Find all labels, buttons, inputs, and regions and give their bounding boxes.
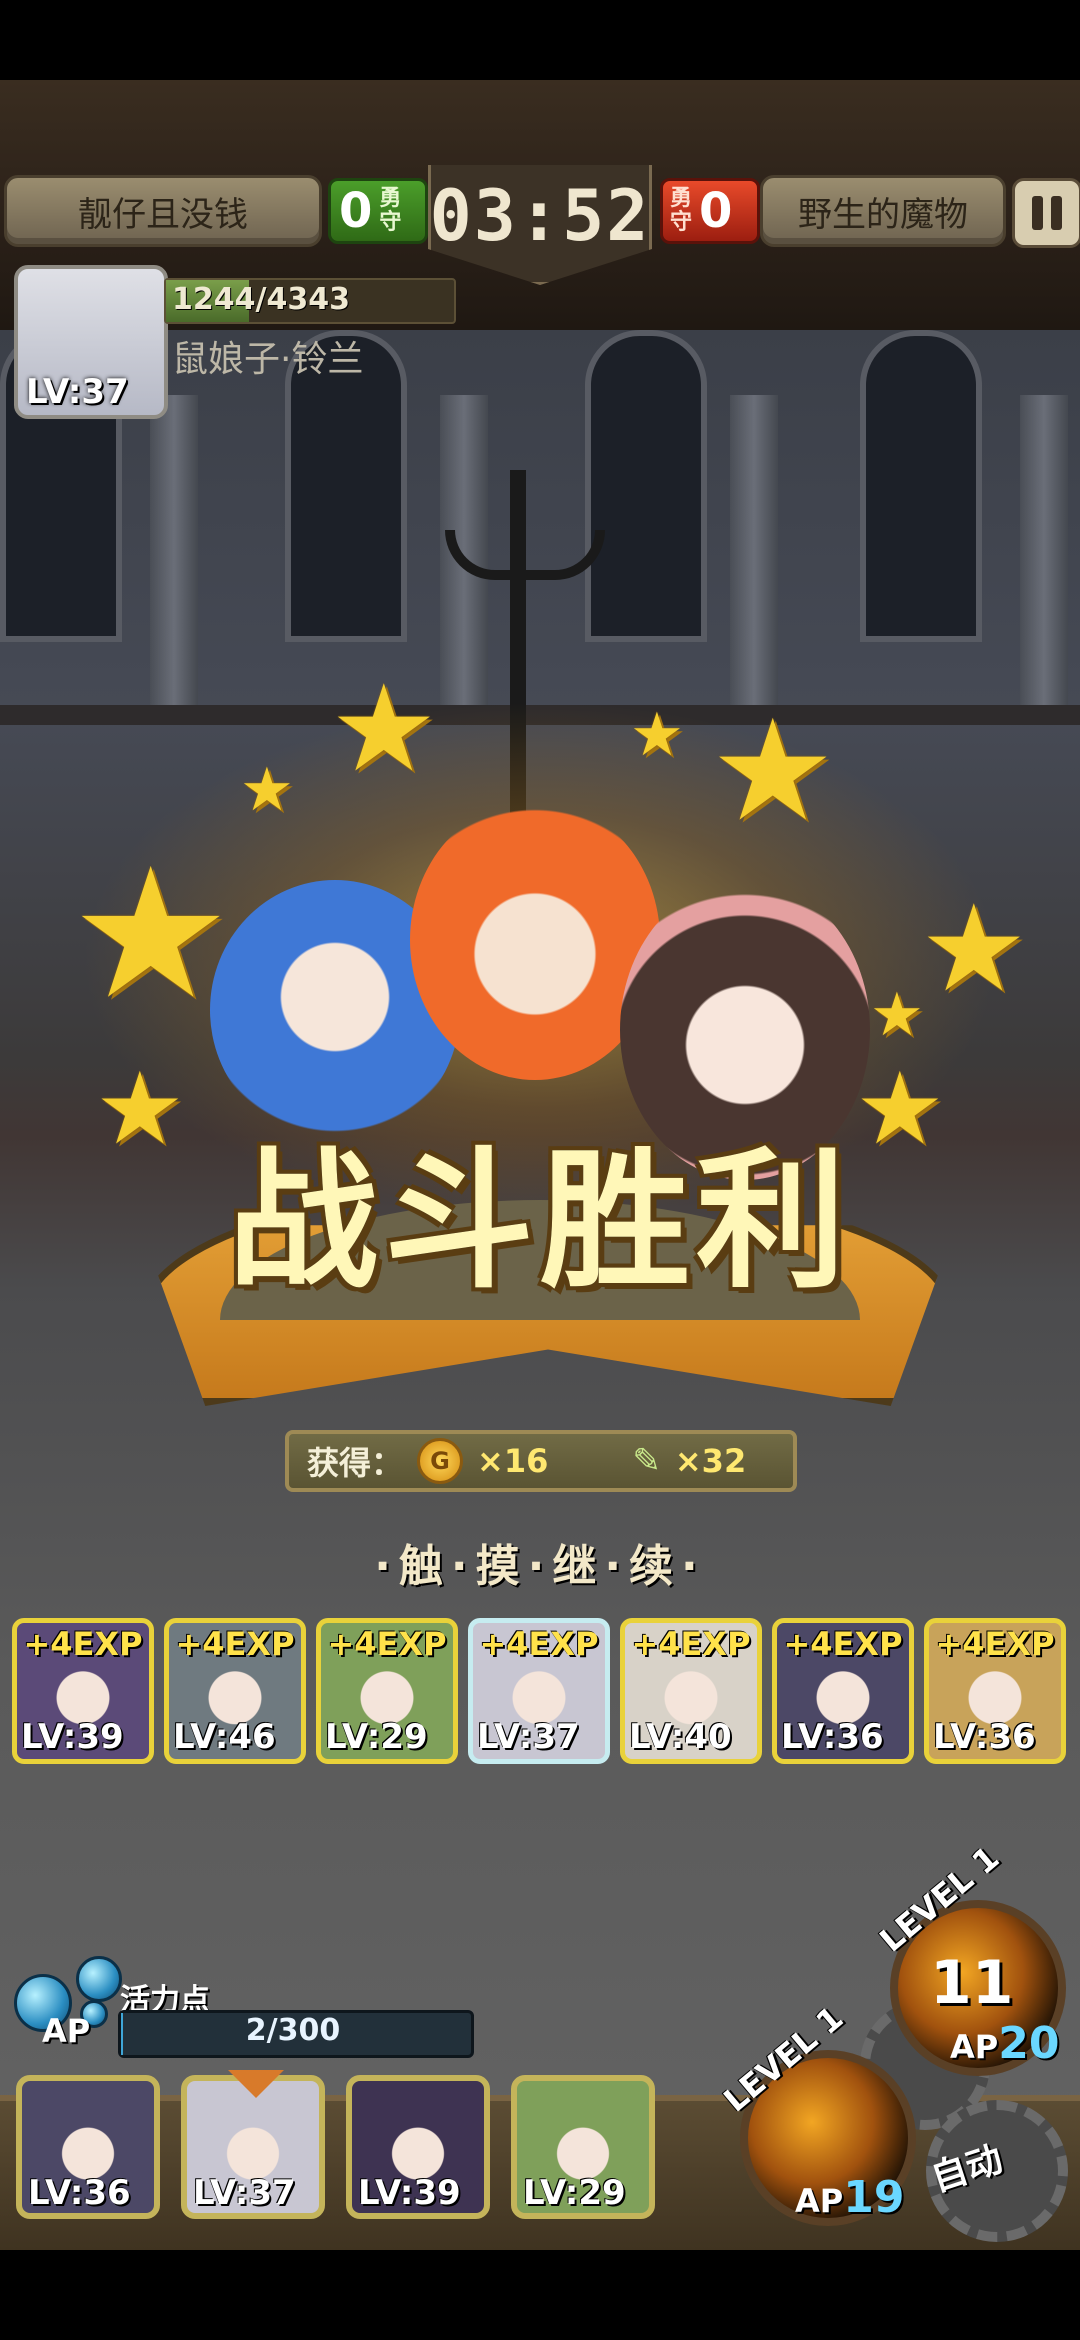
pause-icon: [1032, 196, 1043, 230]
left-player-name: 靓仔且没钱: [4, 175, 322, 247]
exp-card-level: LV:40: [629, 1717, 732, 1757]
feather-icon: ✎: [632, 1441, 661, 1481]
skill1-ap-value: 20: [998, 2018, 1060, 2069]
right-score: 勇守 0: [660, 178, 760, 244]
exp-card: +4EXP LV:36: [772, 1618, 914, 1764]
team-member-level: LV:36: [28, 2173, 131, 2213]
right-player-name: 野生的魔物: [760, 175, 1006, 247]
star-icon: ★: [240, 755, 294, 825]
touch-to-continue[interactable]: ·触·摸·继·续·: [0, 1530, 1080, 1594]
exp-card-level: LV:46: [173, 1717, 276, 1757]
skill2-ap-tag: AP: [795, 2182, 844, 2220]
exp-card: +4EXP LV:46: [164, 1618, 306, 1764]
character-name: 鼠娘子·铃兰: [172, 339, 364, 380]
exp-gain: +4EXP: [935, 1625, 1055, 1663]
candelabra-arm: [445, 530, 605, 580]
star-icon: ★: [870, 980, 924, 1050]
orb: [76, 1956, 122, 2002]
hp-value: 1244/4343: [172, 282, 350, 317]
cathedral-window: [585, 330, 707, 642]
pillar: [730, 395, 778, 715]
pause-icon-bar: [1051, 196, 1062, 230]
exp-card: +4EXP LV:40: [620, 1618, 762, 1764]
exp-card-level: LV:36: [933, 1717, 1036, 1757]
ap-value: 2/300: [245, 2013, 341, 2048]
exp-gain: +4EXP: [631, 1625, 751, 1663]
team-member-card[interactable]: LV:29: [511, 2075, 655, 2219]
skill2-ap: AP19: [795, 2172, 904, 2223]
navigation-bar-area: [0, 2250, 1080, 2340]
exp-card-level: LV:29: [325, 1717, 428, 1757]
star-icon: ★: [630, 700, 684, 770]
right-score-tag: 勇守: [669, 186, 692, 235]
reward-bar: 获得： G ×16 ✎ ×32: [285, 1430, 797, 1492]
team-member-level: LV:29: [523, 2173, 626, 2213]
exp-gain: +4EXP: [327, 1625, 447, 1663]
exp-gain: +4EXP: [23, 1625, 143, 1663]
gold-coin-icon: G: [417, 1438, 464, 1484]
exp-card: +4EXP LV:36: [924, 1618, 1066, 1764]
exp-gain: +4EXP: [175, 1625, 295, 1663]
right-score-value: 0: [699, 183, 733, 239]
pause-button[interactable]: [1012, 178, 1080, 248]
star-icon: ★: [710, 690, 836, 853]
exp-card-level: LV:36: [781, 1717, 884, 1757]
left-score-tag: 勇守: [379, 186, 402, 235]
exp-card-level: LV:37: [477, 1717, 580, 1757]
team-member-level: LV:37: [193, 2173, 296, 2213]
exp-row: +4EXP LV:39 +4EXP LV:46 +4EXP LV:29 +4EXP LV:37…: [12, 1618, 1072, 1768]
skill1-ap: AP20: [950, 2018, 1059, 2069]
skill2-ap-value: 19: [843, 2172, 905, 2223]
exp-card-level: LV:39: [21, 1717, 124, 1757]
left-score-value: 0: [339, 183, 373, 239]
star-icon: ★: [70, 830, 232, 1039]
team-member-level: LV:39: [358, 2173, 461, 2213]
reward-label: 获得：: [307, 1444, 404, 1482]
exp-card: +4EXP LV:29: [316, 1618, 458, 1764]
team-selector-icon: [228, 2070, 284, 2098]
player-level: LV:37: [26, 372, 129, 412]
team-member-card[interactable]: LV:39: [346, 2075, 490, 2219]
exp-gain: +4EXP: [783, 1625, 903, 1663]
team-member-card[interactable]: LV:36: [16, 2075, 160, 2219]
exp-card: +4EXP LV:39: [12, 1618, 154, 1764]
status-bar-area: [0, 0, 1080, 80]
victory-title: 战斗胜利: [227, 1135, 852, 1309]
star-icon: ★: [920, 880, 1028, 1019]
pillar: [150, 395, 198, 715]
feather-amount: ×32: [674, 1442, 747, 1480]
left-score: 0 勇守: [328, 178, 428, 244]
exp-card: +4EXP LV:37: [468, 1618, 610, 1764]
star-icon: ★: [330, 660, 438, 799]
ap-tag: AP: [42, 2012, 91, 2050]
pillar: [1020, 395, 1068, 715]
cathedral-window: [860, 330, 982, 642]
skill1-cooldown: 11: [930, 1948, 1014, 2018]
exp-gain: +4EXP: [479, 1625, 599, 1663]
gold-amount: ×16: [477, 1442, 549, 1480]
skill1-ap-tag: AP: [950, 2028, 999, 2066]
